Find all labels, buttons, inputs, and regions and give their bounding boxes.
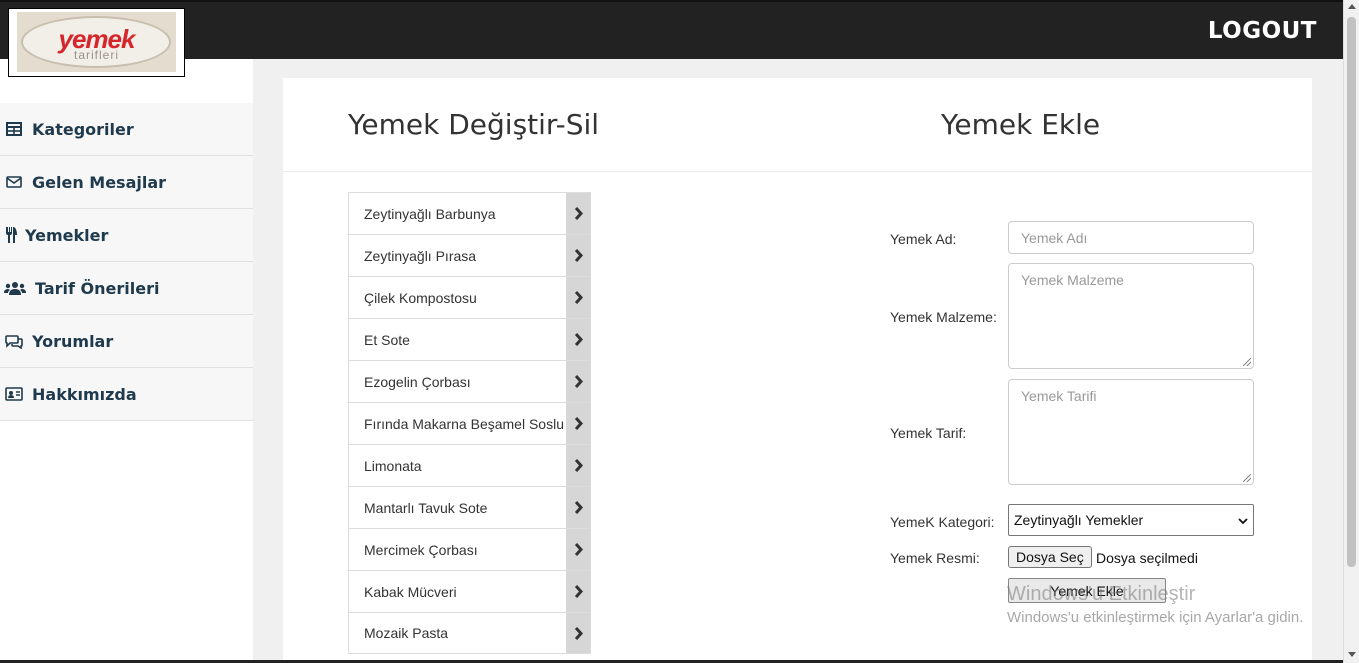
ingredients-label: Yemek Malzeme:	[890, 309, 997, 325]
food-list-item[interactable]: Kabak Mücveri	[348, 570, 591, 612]
food-list-item[interactable]: Mozaik Pasta	[348, 612, 591, 654]
activation-watermark-subtitle: Windows'u etkinleştirmek için Ayarlar'a …	[1007, 609, 1304, 626]
logout-button[interactable]: LOGOUT	[1208, 18, 1317, 44]
scroll-up-icon[interactable]	[1348, 4, 1356, 9]
food-name: Çilek Kompostosu	[364, 289, 477, 306]
food-list-item[interactable]: Et Sote	[348, 318, 591, 360]
edit-delete-title: Yemek Değiştir-Sil	[348, 108, 600, 141]
chevron-right-icon[interactable]	[566, 193, 590, 234]
envelope-icon	[4, 174, 24, 190]
logo-subtext: tarifleri	[73, 48, 119, 62]
sidebar-item-label: Tarif Önerileri	[35, 278, 160, 298]
chevron-right-icon[interactable]	[566, 571, 590, 612]
chevron-right-icon[interactable]	[566, 487, 590, 528]
page-scrollbar[interactable]	[1343, 0, 1359, 663]
food-name: Limonata	[364, 457, 422, 474]
ingredients-placeholder: Yemek Malzeme	[1021, 272, 1124, 288]
food-list-item[interactable]: Fırında Makarna Beşamel Soslu	[348, 402, 591, 444]
name-input[interactable]: Yemek Adı	[1008, 221, 1254, 254]
table-icon	[4, 121, 24, 137]
id-card-icon	[4, 386, 24, 402]
chevron-right-icon[interactable]	[566, 613, 590, 653]
sidebar-item-label: Kategoriler	[32, 119, 134, 139]
chevron-right-icon[interactable]	[566, 403, 590, 444]
food-name: Fırında Makarna Beşamel Soslu	[364, 415, 564, 432]
chevron-down-icon	[1238, 512, 1248, 528]
sidebar-item-kategoriler[interactable]: Kategoriler	[0, 103, 253, 156]
users-icon	[4, 280, 26, 296]
chevron-right-icon[interactable]	[566, 361, 590, 402]
name-label: Yemek Ad:	[890, 231, 957, 247]
sidebar-item-hakkimizda[interactable]: Hakkımızda	[0, 368, 253, 421]
file-choose-button[interactable]: Dosya Seç	[1008, 546, 1092, 568]
ingredients-textarea[interactable]: Yemek Malzeme	[1008, 263, 1254, 369]
sidebar-item-label: Hakkımızda	[32, 384, 137, 404]
file-status: Dosya seçilmedi	[1096, 550, 1198, 566]
food-name: Kabak Mücveri	[364, 583, 457, 600]
chevron-right-icon[interactable]	[566, 277, 590, 318]
food-list-item[interactable]: Mercimek Çorbası	[348, 528, 591, 570]
food-name: Mantarlı Tavuk Sote	[364, 499, 488, 516]
food-name: Mercimek Çorbası	[364, 541, 478, 558]
food-list-item[interactable]: Zeytinyağlı Pırasa	[348, 234, 591, 276]
food-list-item[interactable]: Ezogelin Çorbası	[348, 360, 591, 402]
add-food-title: Yemek Ekle	[941, 108, 1101, 141]
sidebar-item-label: Gelen Mesajlar	[32, 172, 167, 192]
chevron-right-icon[interactable]	[566, 235, 590, 276]
chevron-right-icon[interactable]	[566, 319, 590, 360]
food-list-item[interactable]: Limonata	[348, 444, 591, 486]
food-list-item[interactable]: Çilek Kompostosu	[348, 276, 591, 318]
food-name: Ezogelin Çorbası	[364, 373, 471, 390]
logo-image: yemek tarifleri	[17, 12, 176, 72]
chevron-right-icon[interactable]	[566, 529, 590, 570]
utensils-icon	[4, 227, 18, 243]
logo[interactable]: yemek tarifleri	[8, 8, 185, 77]
main-card: Yemek Değiştir-Sil Yemek Ekle Zeytinyağl…	[283, 78, 1312, 663]
food-list-item[interactable]: Zeytinyağlı Barbunya	[348, 192, 591, 234]
sidebar-item-tarif-onerileri[interactable]: Tarif Önerileri	[0, 262, 253, 315]
food-list-item[interactable]: Mantarlı Tavuk Sote	[348, 486, 591, 528]
category-selected: Zeytinyağlı Yemekler	[1014, 512, 1144, 528]
category-select[interactable]: Zeytinyağlı Yemekler	[1008, 504, 1254, 536]
food-name: Et Sote	[364, 331, 410, 348]
top-bar: LOGOUT	[0, 0, 1343, 59]
food-name: Zeytinyağlı Pırasa	[364, 247, 477, 264]
food-name: Mozaik Pasta	[364, 625, 449, 641]
sidebar-item-label: Yorumlar	[32, 331, 114, 351]
sidebar-item-yemekler[interactable]: Yemekler	[0, 209, 253, 262]
recipe-label: Yemek Tarif:	[890, 425, 967, 441]
activation-watermark-title: Windows'u Etkinleştir	[1007, 583, 1196, 605]
image-label: Yemek Resmi:	[890, 550, 980, 566]
sidebar: Kategoriler Gelen Mesajlar Yemekler Tari…	[0, 59, 253, 663]
sidebar-item-yorumlar[interactable]: Yorumlar	[0, 315, 253, 368]
food-list: Zeytinyağlı Barbunya Zeytinyağlı Pırasa Çi…	[348, 192, 591, 654]
scroll-down-icon[interactable]	[1348, 652, 1356, 657]
sidebar-item-label: Yemekler	[25, 225, 109, 245]
recipe-textarea[interactable]: Yemek Tarifi	[1008, 379, 1254, 485]
sidebar-item-gelen-mesajlar[interactable]: Gelen Mesajlar	[0, 156, 253, 209]
comments-icon	[4, 333, 24, 349]
food-name: Zeytinyağlı Barbunya	[364, 205, 496, 222]
recipe-placeholder: Yemek Tarifi	[1021, 388, 1097, 404]
chevron-right-icon[interactable]	[566, 445, 590, 486]
scroll-thumb[interactable]	[1347, 17, 1356, 567]
card-header: Yemek Değiştir-Sil Yemek Ekle	[283, 78, 1312, 172]
category-label: YemeK Kategori:	[890, 514, 995, 530]
